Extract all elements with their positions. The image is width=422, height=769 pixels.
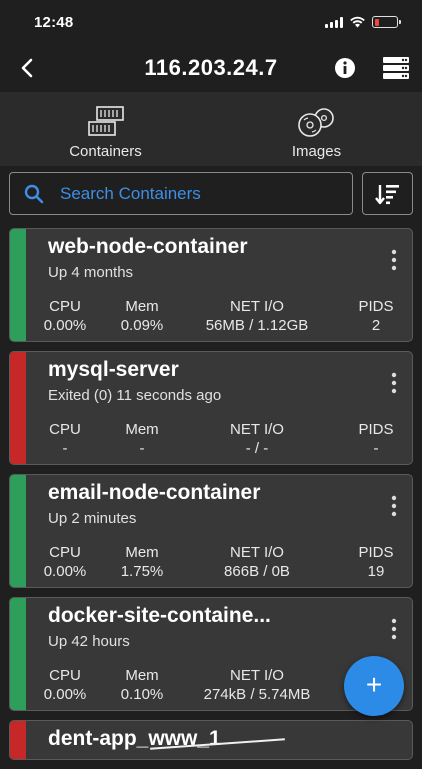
stat-net: NET I/O 866B / 0B (224, 544, 290, 580)
container-card[interactable]: mysql-server Exited (0) 11 seconds ago C… (9, 351, 413, 465)
back-icon[interactable] (14, 54, 42, 82)
status-strip (10, 598, 26, 710)
stat-net: NET I/O 274kB / 5.74MB (203, 667, 311, 703)
server-icon[interactable] (382, 56, 410, 80)
container-stats: CPU 0.00% Mem 0.09% NET I/O 56MB / 1.12GB P… (26, 297, 412, 337)
status-strip (10, 352, 26, 464)
container-name: mysql-server (48, 358, 179, 381)
stat-net: NET I/O - / - (230, 421, 284, 457)
images-icon (297, 108, 334, 137)
search-icon (24, 184, 44, 203)
more-vert-icon[interactable] (390, 372, 398, 394)
tab-bar: Containers Images (0, 92, 422, 166)
tab-images[interactable]: Images (211, 92, 422, 166)
stat-cpu: CPU 0.00% (43, 667, 87, 703)
tab-images-label: Images (291, 143, 342, 160)
container-name: dent-app_www_1 (48, 727, 221, 750)
page-title: 116.203.24.7 (144, 55, 278, 80)
status-strip (10, 475, 26, 587)
search-placeholder: Search Containers (60, 183, 201, 203)
stat-pids: PIDS 19 (358, 544, 394, 580)
info-icon[interactable] (334, 57, 356, 79)
more-vert-icon[interactable] (390, 618, 398, 640)
add-container-button[interactable]: + (344, 656, 404, 716)
container-name: web-node-container (48, 235, 248, 258)
container-card[interactable]: web-node-container Up 4 months CPU 0.00% … (9, 228, 413, 342)
stat-cpu: CPU - (49, 421, 81, 457)
stat-cpu: CPU 0.00% (43, 544, 87, 580)
container-status: Exited (0) 11 seconds ago (48, 387, 222, 404)
container-card[interactable]: email-node-container Up 2 minutes CPU 0.0… (9, 474, 413, 588)
more-vert-icon[interactable] (390, 495, 398, 517)
plus-icon: + (365, 669, 383, 700)
container-stats: CPU 0.00% Mem 1.75% NET I/O 866B / 0B PIDS 1… (26, 543, 412, 583)
container-card[interactable]: dent-app_www_1 (9, 720, 413, 760)
status-strip (10, 721, 26, 759)
tab-containers-label: Containers (69, 143, 142, 160)
status-icons (325, 16, 401, 28)
status-strip (10, 229, 26, 341)
search-row: Search Containers (9, 172, 413, 216)
stat-cpu: CPU 0.00% (43, 298, 87, 334)
battery-icon (372, 16, 401, 28)
stat-mem: Mem - (125, 421, 159, 457)
status-bar: 12:48 (0, 0, 422, 44)
container-status: Up 2 minutes (48, 510, 137, 527)
stat-mem: Mem 1.75% (120, 544, 164, 580)
stat-pids: PIDS - (358, 421, 394, 457)
container-status: Up 42 hours (48, 633, 130, 650)
containers-icon (87, 106, 124, 136)
tab-containers[interactable]: Containers (0, 92, 211, 166)
wifi-icon (350, 16, 365, 28)
status-time: 12:48 (34, 13, 74, 31)
sort-button[interactable] (362, 172, 413, 215)
nav-bar: 116.203.24.7 (0, 44, 422, 92)
stat-mem: Mem 0.10% (120, 667, 164, 703)
sort-icon (374, 184, 399, 204)
stat-net: NET I/O 56MB / 1.12GB (205, 298, 309, 334)
container-status: Up 4 months (48, 264, 134, 281)
search-input[interactable]: Search Containers (9, 172, 353, 215)
stat-mem: Mem 0.09% (120, 298, 164, 334)
container-name: email-node-container (48, 481, 261, 504)
signal-icon (325, 16, 343, 28)
stat-pids: PIDS 2 (358, 298, 394, 334)
container-stats: CPU - Mem - NET I/O - / - PIDS - (26, 420, 412, 460)
more-vert-icon[interactable] (390, 249, 398, 271)
container-name: docker-site-containe... (48, 604, 271, 627)
